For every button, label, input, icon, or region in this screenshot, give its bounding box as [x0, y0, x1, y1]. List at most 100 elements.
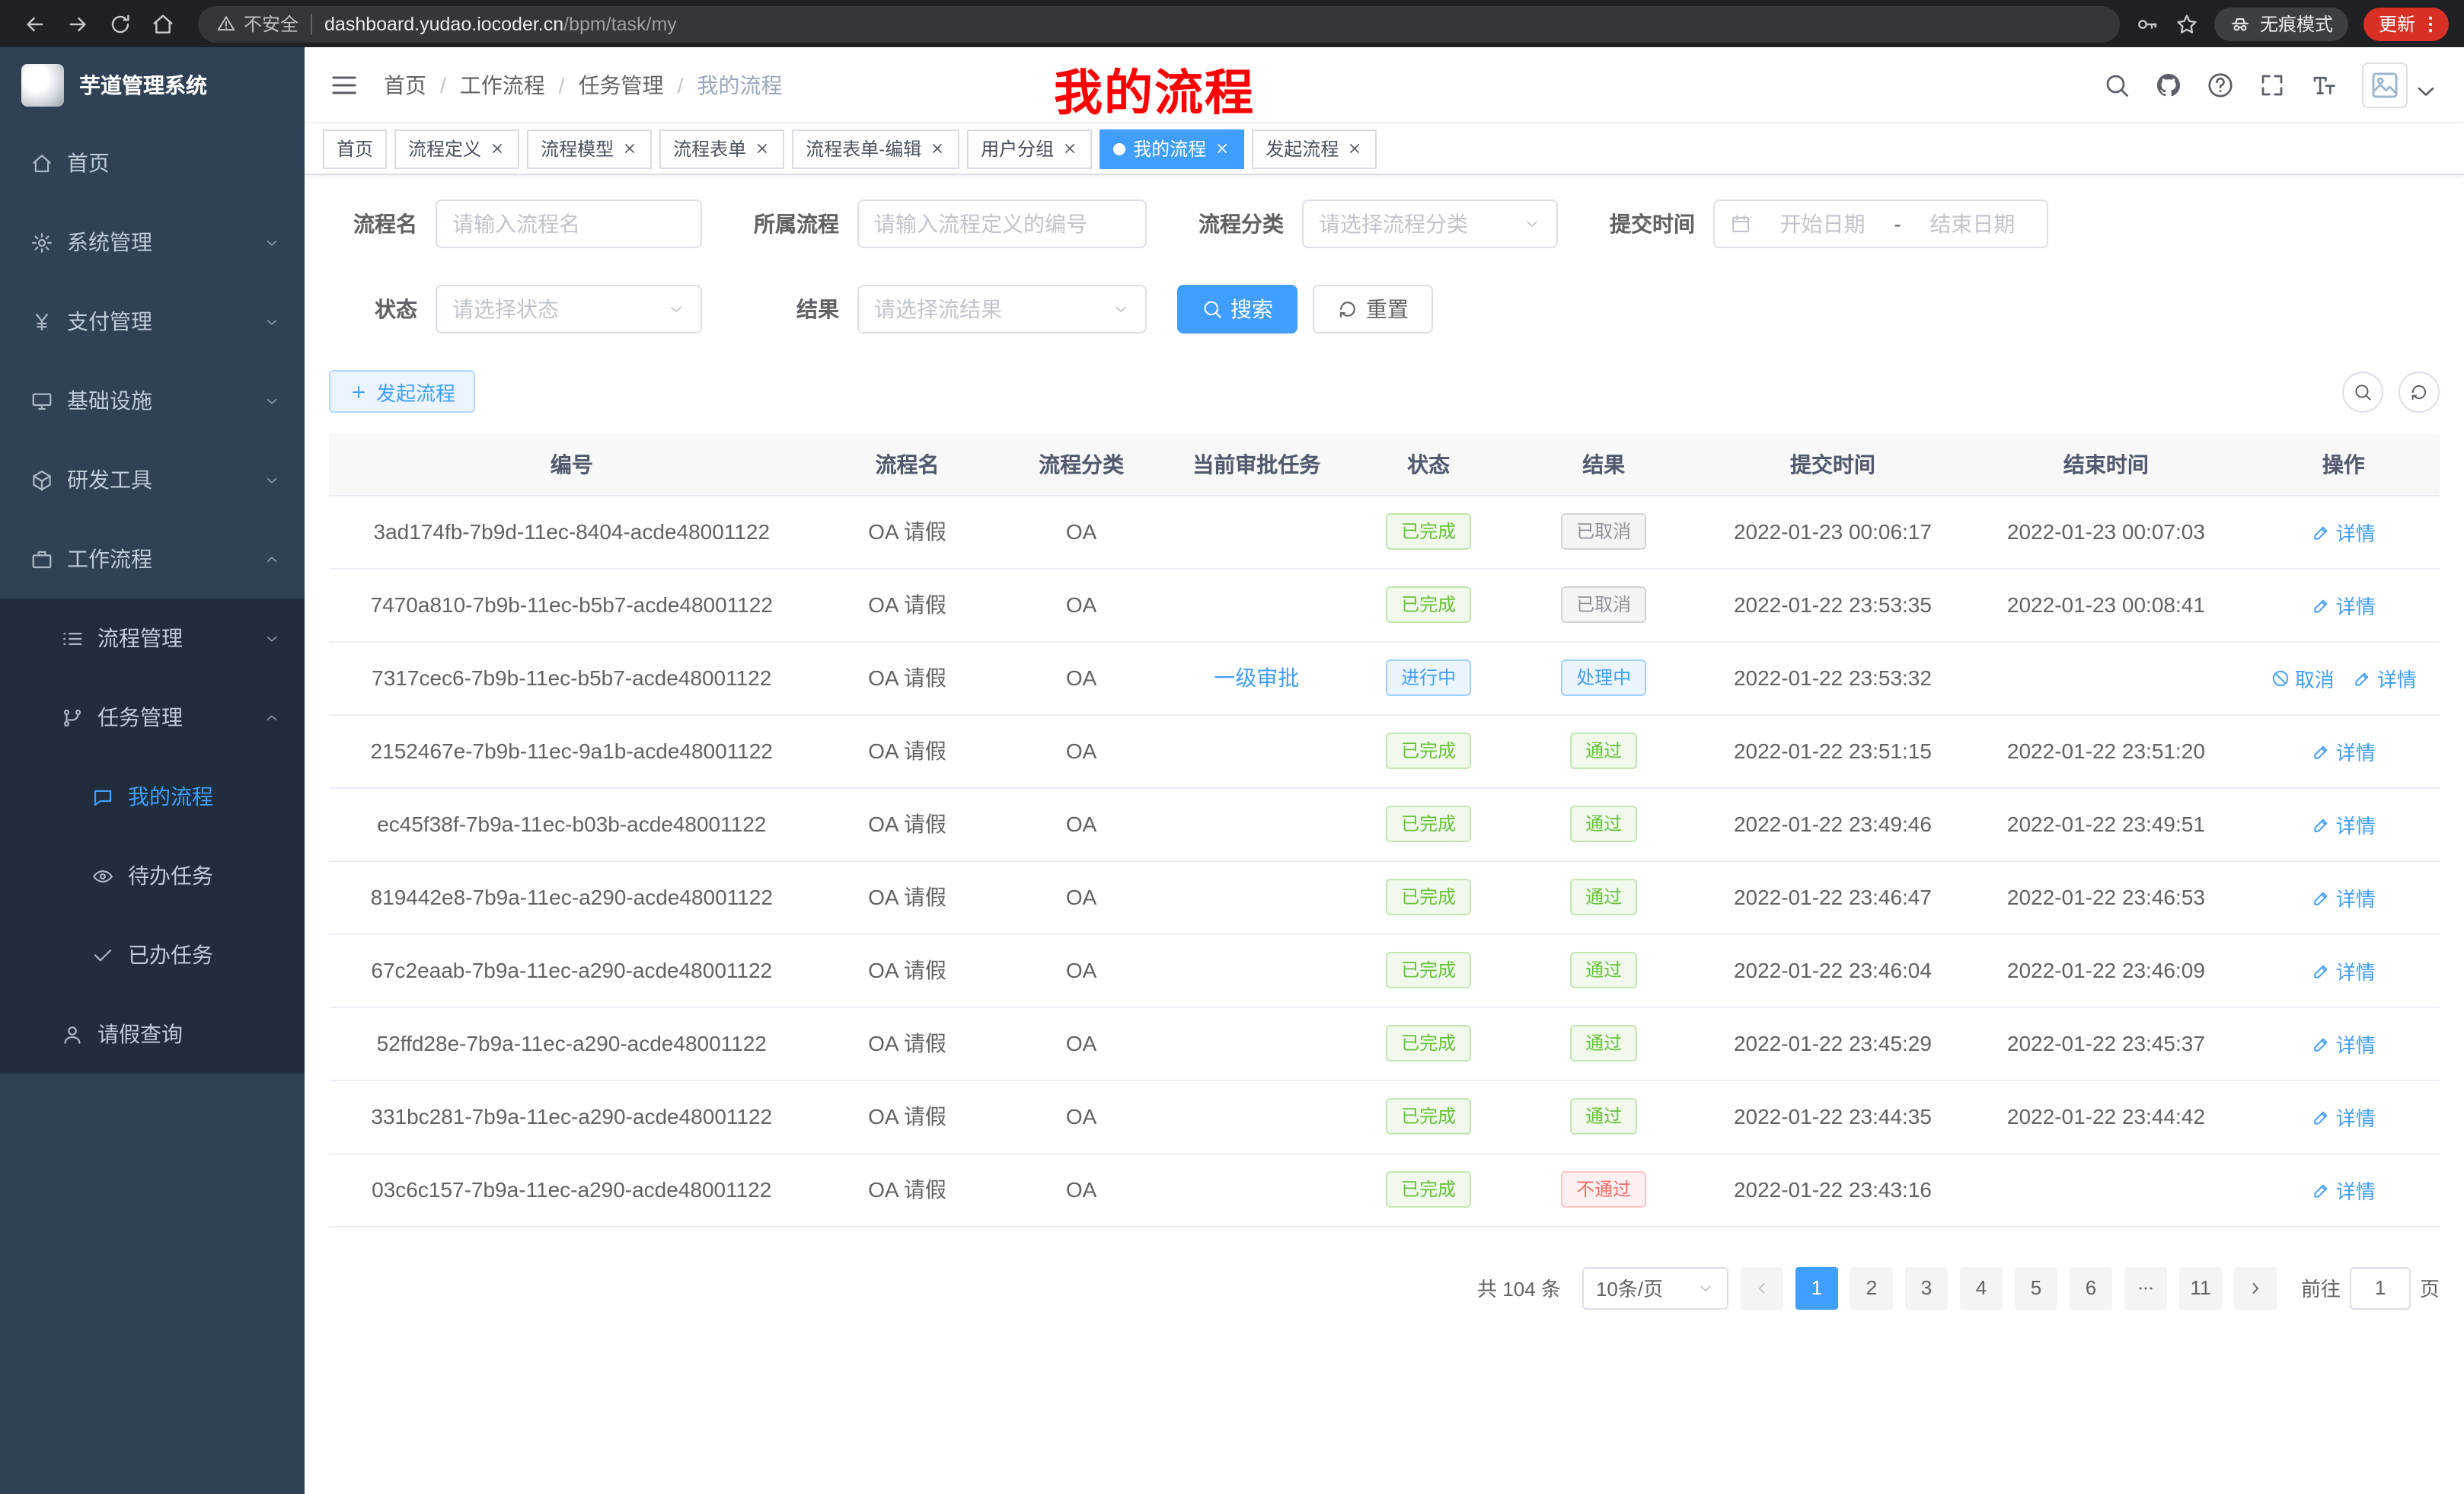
breadcrumb-item[interactable]: 任务管理 [579, 69, 664, 100]
close-icon[interactable] [754, 140, 771, 157]
category-label: 流程分类 [1177, 209, 1284, 239]
status-label: 状态 [329, 294, 417, 324]
close-icon[interactable] [1061, 140, 1078, 157]
toggle-search-button[interactable] [2342, 371, 2383, 412]
close-icon[interactable] [929, 140, 946, 157]
detail-action-link[interactable]: 详情 [2312, 590, 2376, 619]
tab-item[interactable]: 发起流程 [1252, 129, 1377, 168]
detail-action-link[interactable]: 详情 [2312, 1102, 2376, 1131]
pagination-page-button[interactable]: 2 [1850, 1266, 1893, 1309]
detail-action-link[interactable]: 详情 [2312, 809, 2376, 838]
detail-action-link[interactable]: 详情 [2312, 517, 2376, 546]
pagination-prev-button[interactable] [1741, 1266, 1783, 1309]
close-icon[interactable] [1346, 140, 1363, 157]
detail-action-link[interactable]: 详情 [2312, 736, 2376, 765]
cell-result: 通过 [1507, 1007, 1701, 1080]
table-row: 52ffd28e-7b9a-11ec-a290-acde48001122OA 请… [329, 1007, 2440, 1080]
action-label: 详情 [2336, 809, 2376, 838]
refresh-table-button[interactable] [2399, 371, 2440, 412]
submit-time-range-picker[interactable]: 开始日期 - 结束日期 [1713, 200, 2048, 248]
sidebar-item[interactable]: 已办任务 [0, 915, 305, 994]
sidebar-item[interactable]: 支付管理 [0, 282, 305, 361]
tab-item[interactable]: 我的流程 [1100, 129, 1244, 168]
browser-update-button[interactable]: 更新 [2363, 7, 2449, 40]
goto-page-input[interactable] [2350, 1266, 2411, 1309]
bookmark-star-icon[interactable] [2175, 11, 2199, 36]
security-indicator[interactable]: 不安全 [216, 11, 298, 37]
pagination-total: 共 104 条 [1477, 1273, 1561, 1302]
app-logo[interactable]: 芋道管理系统 [0, 47, 305, 123]
sidebar-item[interactable]: 待办任务 [0, 836, 305, 915]
process-definition-input[interactable] [874, 212, 1130, 236]
user-avatar[interactable] [2362, 62, 2440, 107]
detail-action-link[interactable]: 详情 [2353, 663, 2417, 692]
sidebar-item[interactable]: 流程管理 [0, 599, 305, 678]
pagination-page-button[interactable]: 6 [2070, 1266, 2112, 1309]
tab-item[interactable]: 流程定义 [394, 129, 519, 168]
browser-home-button[interactable] [143, 4, 183, 43]
search-button[interactable]: 搜索 [1177, 285, 1297, 334]
breadcrumb-item[interactable]: 工作流程 [460, 69, 545, 100]
tab-item[interactable]: 流程表单 [659, 129, 784, 168]
github-icon[interactable] [2155, 71, 2182, 98]
pagination-page-button[interactable]: 5 [2015, 1266, 2057, 1309]
result-select[interactable]: 请选择流结果 [857, 285, 1147, 334]
sidebar-item[interactable]: 首页 [0, 123, 305, 203]
browser-reload-button[interactable] [101, 4, 140, 43]
tab-item[interactable]: 用户分组 [967, 129, 1092, 168]
sidebar-item[interactable]: 我的流程 [0, 757, 305, 836]
detail-action-link[interactable]: 详情 [2312, 883, 2376, 911]
cell-end-time: 2022-01-23 00:08:41 [1964, 568, 2247, 641]
pagination-pages: 123456 11 [1795, 1266, 2222, 1309]
close-icon[interactable] [621, 140, 638, 157]
browser-back-button[interactable] [15, 4, 55, 43]
process-table: 编号流程名流程分类当前审批任务状态结果提交时间结束时间操作 3ad174fb-7… [329, 434, 2440, 1227]
font-size-icon[interactable] [2310, 71, 2338, 98]
pagination-page-button[interactable]: 4 [1960, 1266, 2003, 1309]
edit-icon [2312, 595, 2332, 615]
browser-forward-button[interactable] [58, 4, 97, 43]
status-select[interactable]: 请选择状态 [436, 285, 702, 334]
table-header-row: 编号流程名流程分类当前审批任务状态结果提交时间结束时间操作 [329, 434, 2440, 495]
close-icon[interactable] [489, 140, 506, 157]
tab-item[interactable]: 首页 [323, 129, 387, 168]
pagination-page-button[interactable]: 3 [1905, 1266, 1948, 1309]
create-process-button[interactable]: 发起流程 [329, 370, 475, 413]
breadcrumb-separator: / [678, 72, 684, 97]
category-select[interactable]: 请选择流程分类 [1302, 200, 1558, 248]
edit-icon [2312, 960, 2332, 980]
reset-button[interactable]: 重置 [1313, 285, 1433, 334]
sidebar-toggle-icon[interactable] [329, 69, 359, 100]
cell-current-task [1163, 714, 1351, 787]
tab-item[interactable]: 流程表单-编辑 [792, 129, 959, 168]
detail-action-link[interactable]: 详情 [2312, 1175, 2376, 1204]
tab-item[interactable]: 流程模型 [527, 129, 652, 168]
main-content: 流程名 所属流程 流程分类 请选择流程分类 [305, 175, 2464, 1494]
process-name-input[interactable] [452, 212, 685, 236]
pagination-ellipsis[interactable] [2124, 1266, 2167, 1309]
sidebar-item[interactable]: 工作流程 [0, 519, 305, 599]
pagination-page-button[interactable]: 11 [2179, 1266, 2222, 1309]
close-icon[interactable] [1214, 140, 1230, 157]
pagination-page-button[interactable]: 1 [1795, 1266, 1838, 1309]
sidebar-item[interactable]: 基础设施 [0, 361, 305, 440]
detail-action-link[interactable]: 详情 [2312, 1029, 2376, 1058]
cancel-action-link[interactable]: 取消 [2271, 663, 2335, 692]
sidebar-item[interactable]: 研发工具 [0, 440, 305, 519]
pagination-next-button[interactable] [2234, 1266, 2277, 1309]
sidebar-item[interactable]: 系统管理 [0, 203, 305, 282]
password-key-icon[interactable] [2135, 11, 2159, 36]
kebab-menu-icon[interactable] [2420, 13, 2441, 34]
detail-action-link[interactable]: 详情 [2312, 956, 2376, 985]
help-icon[interactable] [2207, 71, 2234, 98]
breadcrumb-item[interactable]: 首页 [384, 69, 426, 100]
chevron-down-icon [667, 300, 685, 318]
fullscreen-icon[interactable] [2258, 71, 2286, 98]
sidebar-item[interactable]: 请假查询 [0, 994, 305, 1074]
page-size-select[interactable]: 10条/页 [1582, 1266, 1728, 1309]
header-search-icon[interactable] [2103, 71, 2130, 98]
forward-icon [65, 11, 90, 36]
sidebar-item[interactable]: 任务管理 [0, 678, 305, 757]
current-task-link[interactable]: 一级审批 [1214, 666, 1299, 690]
address-bar[interactable]: 不安全 dashboard.yudao.iocoder.cn/bpm/task/… [198, 5, 2120, 42]
